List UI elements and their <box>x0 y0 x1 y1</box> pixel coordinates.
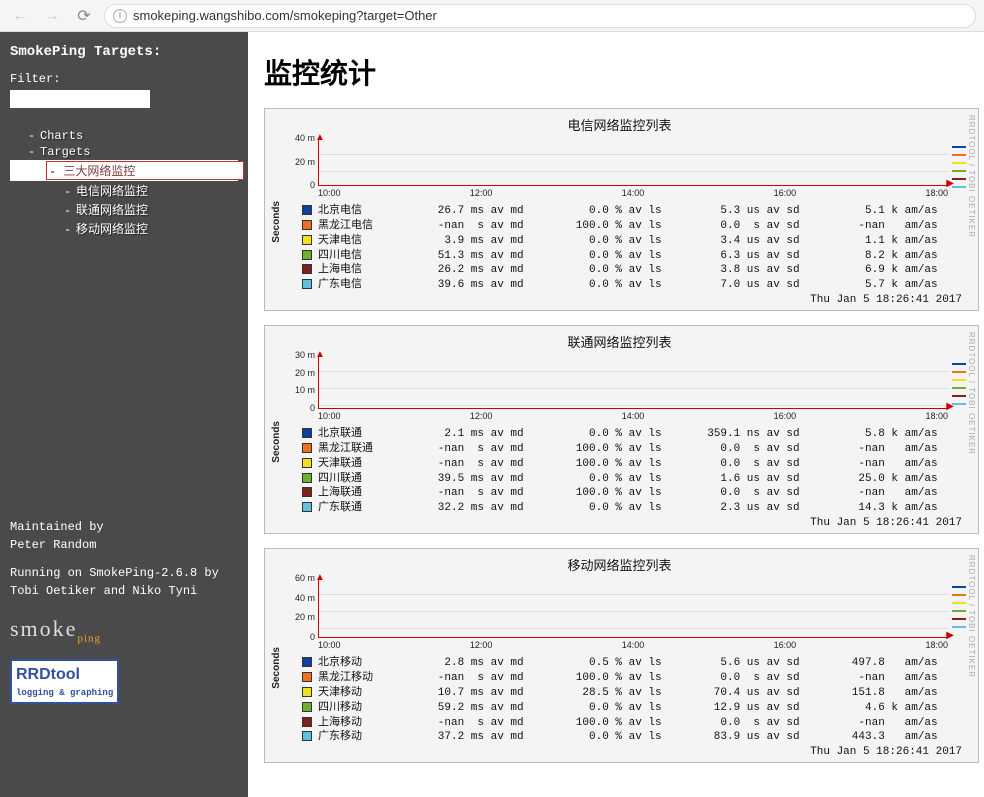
rrdtool-logo[interactable]: RRDtool logging & graphing <box>10 659 119 705</box>
legend-row: 北京联通 2.1 ms av md 0.0 % av ls 359.1 ns a… <box>302 427 970 442</box>
filter-label: Filter: <box>10 72 238 86</box>
browser-toolbar: ← → ⟳ i smokeping.wangshibo.com/smokepin… <box>0 0 984 32</box>
y-ticks: 30 m20 m10 m0 <box>287 355 317 408</box>
tree-三大网络监控[interactable]: - 三大网络监控 <box>10 160 238 181</box>
color-swatch <box>302 205 312 215</box>
x-ticks: 10:0012:0014:0016:0018:00 <box>318 638 948 650</box>
legend-row: 黑龙江联通 -nan s av md 100.0 % av ls 0.0 s a… <box>302 442 970 457</box>
y-ticks: 60 m40 m20 m0 <box>287 578 317 637</box>
color-swatch <box>302 458 312 468</box>
plot-area: ▲▶30 m20 m10 m0 <box>318 355 948 409</box>
filter-input[interactable] <box>10 90 150 108</box>
page-title: 监控统计 <box>264 52 979 92</box>
main-content: 监控统计 RRDTOOL / TOBI OETIKER电信网络监控列表Secon… <box>248 32 984 797</box>
legend-row: 黑龙江电信 -nan s av md 100.0 % av ls 0.0 s a… <box>302 219 970 234</box>
tree-电信网络监控[interactable]: -电信网络监控 <box>10 181 238 200</box>
color-swatch <box>302 473 312 483</box>
color-swatch <box>302 443 312 453</box>
tree-联通网络监控[interactable]: -联通网络监控 <box>10 200 238 219</box>
legend-row: 上海移动 -nan s av md 100.0 % av ls 0.0 s av… <box>302 716 970 731</box>
y-axis-label: Seconds <box>269 201 284 243</box>
forward-button[interactable]: → <box>40 4 64 28</box>
sidebar: SmokePing Targets: Filter: -Charts -Targ… <box>0 32 248 797</box>
rrd-credit: RRDTOOL / TOBI OETIKER <box>967 555 976 678</box>
chart-card[interactable]: RRDTOOL / TOBI OETIKER电信网络监控列表 Seconds ▲▶4… <box>264 108 979 311</box>
legend-row: 广东移动 37.2 ms av md 0.0 % av ls 83.9 us a… <box>302 730 970 745</box>
color-swatch <box>302 428 312 438</box>
color-swatch <box>302 502 312 512</box>
color-swatch <box>302 264 312 274</box>
color-swatch <box>302 657 312 667</box>
legend-row: 北京移动 2.8 ms av md 0.5 % av ls 5.6 us av … <box>302 656 970 671</box>
y-ticks: 40 m20 m0 <box>287 138 317 185</box>
chart-timestamp: Thu Jan 5 18:26:41 2017 <box>284 516 970 529</box>
chart-timestamp: Thu Jan 5 18:26:41 2017 <box>284 745 970 758</box>
rrd-credit: RRDTOOL / TOBI OETIKER <box>967 332 976 455</box>
color-swatch <box>302 487 312 497</box>
chart-title: 电信网络监控列表 <box>269 113 970 138</box>
legend-row: 北京电信 26.7 ms av md 0.0 % av ls 5.3 us av… <box>302 204 970 219</box>
smokeping-logo: smokeping <box>10 612 238 647</box>
color-swatch <box>302 279 312 289</box>
color-swatch <box>302 702 312 712</box>
y-axis-label: Seconds <box>269 421 284 463</box>
color-swatch <box>302 235 312 245</box>
url-text: smokeping.wangshibo.com/smokeping?target… <box>133 8 437 23</box>
back-button[interactable]: ← <box>8 4 32 28</box>
chart-card[interactable]: RRDTOOL / TOBI OETIKER联通网络监控列表 Seconds ▲▶3… <box>264 325 979 534</box>
target-tree: -Charts -Targets - 三大网络监控 -电信网络监控 -联通网络监… <box>10 128 238 238</box>
color-swatch <box>302 717 312 727</box>
chart-timestamp: Thu Jan 5 18:26:41 2017 <box>284 293 970 306</box>
plot-area: ▲▶40 m20 m0 <box>318 138 948 186</box>
legend-table: 北京电信 26.7 ms av md 0.0 % av ls 5.3 us av… <box>302 204 970 293</box>
color-swatch <box>302 250 312 260</box>
sidebar-title: SmokePing Targets: <box>10 44 238 60</box>
chart-title: 联通网络监控列表 <box>269 330 970 355</box>
color-swatch <box>302 220 312 230</box>
legend-table: 北京移动 2.8 ms av md 0.5 % av ls 5.6 us av … <box>302 656 970 745</box>
x-ticks: 10:0012:0014:0016:0018:00 <box>318 186 948 198</box>
legend-row: 黑龙江移动 -nan s av md 100.0 % av ls 0.0 s a… <box>302 671 970 686</box>
chart-card[interactable]: RRDTOOL / TOBI OETIKER移动网络监控列表 Seconds ▲▶6… <box>264 548 979 763</box>
legend-row: 广东电信 39.6 ms av md 0.0 % av ls 7.0 us av… <box>302 278 970 293</box>
tree-移动网络监控[interactable]: -移动网络监控 <box>10 219 238 238</box>
sidebar-footer: Maintained byPeter Random Running on Smo… <box>10 518 238 704</box>
rrd-credit: RRDTOOL / TOBI OETIKER <box>967 115 976 238</box>
y-axis-label: Seconds <box>269 647 284 689</box>
color-swatch <box>302 731 312 741</box>
tree-charts[interactable]: -Charts <box>10 128 238 144</box>
plot-area: ▲▶60 m40 m20 m0 <box>318 578 948 638</box>
tree-targets[interactable]: -Targets <box>10 144 238 160</box>
legend-table: 北京联通 2.1 ms av md 0.0 % av ls 359.1 ns a… <box>302 427 970 516</box>
info-icon: i <box>113 9 127 23</box>
legend-row: 广东联通 32.2 ms av md 0.0 % av ls 2.3 us av… <box>302 501 970 516</box>
arrow-right-icon: ▶ <box>946 630 954 641</box>
legend-row: 天津电信 3.9 ms av md 0.0 % av ls 3.4 us av … <box>302 234 970 249</box>
reload-button[interactable]: ⟳ <box>72 4 96 28</box>
x-ticks: 10:0012:0014:0016:0018:00 <box>318 409 948 421</box>
legend-row: 四川移动 59.2 ms av md 0.0 % av ls 12.9 us a… <box>302 701 970 716</box>
legend-row: 上海电信 26.2 ms av md 0.0 % av ls 3.8 us av… <box>302 263 970 278</box>
color-swatch <box>302 672 312 682</box>
color-swatch <box>302 687 312 697</box>
legend-row: 天津联通 -nan s av md 100.0 % av ls 0.0 s av… <box>302 457 970 472</box>
legend-row: 上海联通 -nan s av md 100.0 % av ls 0.0 s av… <box>302 486 970 501</box>
legend-row: 四川电信 51.3 ms av md 0.0 % av ls 6.3 us av… <box>302 249 970 264</box>
legend-row: 天津移动 10.7 ms av md 28.5 % av ls 70.4 us … <box>302 686 970 701</box>
url-bar[interactable]: i smokeping.wangshibo.com/smokeping?targ… <box>104 4 976 28</box>
legend-row: 四川联通 39.5 ms av md 0.0 % av ls 1.6 us av… <box>302 472 970 487</box>
chart-title: 移动网络监控列表 <box>269 553 970 578</box>
